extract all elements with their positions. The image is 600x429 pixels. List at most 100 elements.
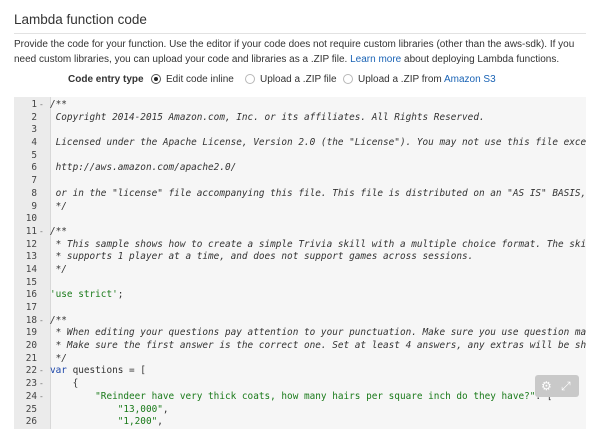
code-line[interactable]: 17 xyxy=(14,302,586,315)
code-line[interactable]: 8 or in the "license" file accompanying … xyxy=(14,188,586,201)
line-number: 12 xyxy=(25,238,37,250)
line-number: 17 xyxy=(25,302,37,313)
line-number: 13 xyxy=(25,251,37,263)
code-line[interactable]: 23- { xyxy=(14,378,586,391)
code-token: "Reindeer have very thick coats, how man… xyxy=(95,390,536,402)
line-number: 15 xyxy=(25,276,37,288)
line-code: { xyxy=(50,378,79,391)
code-token: */ xyxy=(50,200,67,212)
code-line[interactable]: 19 * When editing your questions pay att… xyxy=(14,327,586,340)
line-code: "13,000", xyxy=(50,404,169,417)
fold-toggle-icon[interactable]: - xyxy=(39,365,47,378)
radio-upload-zip-label[interactable]: Upload a .ZIP file xyxy=(260,74,337,85)
radio-upload-zip[interactable] xyxy=(245,74,255,84)
amazon-s3-link[interactable]: Amazon S3 xyxy=(444,74,496,85)
line-number: 18 xyxy=(25,314,37,326)
line-number: 24 xyxy=(25,390,37,402)
line-number: 19 xyxy=(25,327,37,339)
code-token: * When editing your questions pay attent… xyxy=(50,327,586,339)
fold-toggle-icon[interactable]: - xyxy=(39,391,47,404)
fold-toggle-icon[interactable]: - xyxy=(39,315,47,328)
fold-toggle-icon[interactable]: - xyxy=(39,378,47,391)
line-number: 7 xyxy=(31,175,37,187)
radio-upload-s3-label[interactable]: Upload a .ZIP from Amazon S3 xyxy=(358,74,496,85)
code-line[interactable]: 1-/** xyxy=(14,99,586,112)
line-code: http://aws.amazon.com/apache2.0/ xyxy=(50,162,237,175)
code-line[interactable]: 25 "13,000", xyxy=(14,404,586,417)
line-code: /** xyxy=(50,99,67,112)
line-number: 4 xyxy=(31,137,37,149)
line-code: 'use strict'; xyxy=(50,289,123,302)
section-title: Lambda function code xyxy=(14,12,147,27)
code-line[interactable]: 12 * This sample shows how to create a s… xyxy=(14,239,586,252)
code-token: Licensed under the Apache License, Versi… xyxy=(50,137,586,149)
fullscreen-icon[interactable]: ⤢ xyxy=(561,378,571,394)
editor-lines: 1-/** 2 Copyright 2014-2015 Amazon.com, I… xyxy=(14,99,586,429)
code-line[interactable]: 6 http://aws.amazon.com/apache2.0/ xyxy=(14,162,586,175)
line-number: 1 xyxy=(31,99,37,110)
line-code: * supports 1 player at a time, and does … xyxy=(50,251,474,264)
code-editor[interactable]: 1-/** 2 Copyright 2014-2015 Amazon.com, I… xyxy=(14,97,586,429)
line-number: 26 xyxy=(25,416,37,428)
gear-icon[interactable]: ⚙ xyxy=(541,378,552,394)
code-line[interactable]: 18-/** xyxy=(14,315,586,328)
code-token: * supports 1 player at a time, and does … xyxy=(50,251,474,263)
radio-edit-inline[interactable] xyxy=(151,74,161,84)
line-number: 20 xyxy=(25,340,37,352)
code-token: "1,200" xyxy=(117,416,158,428)
code-line[interactable]: 15 xyxy=(14,277,586,290)
code-line[interactable]: 14 */ xyxy=(14,264,586,277)
line-number: 11 xyxy=(25,225,37,237)
line-number: 9 xyxy=(31,200,37,212)
line-number: 14 xyxy=(25,263,37,275)
code-line[interactable]: 11-/** xyxy=(14,226,586,239)
code-line[interactable]: 22- var questions = [ xyxy=(14,365,586,378)
code-line[interactable]: 9 */ xyxy=(14,201,586,214)
code-line[interactable]: 13 * supports 1 player at a time, and do… xyxy=(14,251,586,264)
line-code: var questions = [ xyxy=(50,365,146,378)
code-token: /** xyxy=(50,99,67,110)
line-code: Licensed under the Apache License, Versi… xyxy=(50,137,586,150)
line-number: 16 xyxy=(25,289,37,301)
fold-toggle-icon[interactable]: - xyxy=(39,226,47,239)
code-line[interactable]: 24- "Reindeer have very thick coats, how… xyxy=(14,391,586,404)
code-token: * This sample shows how to create a simp… xyxy=(50,238,586,250)
radio-edit-inline-label[interactable]: Edit code inline xyxy=(166,74,234,85)
line-code: Copyright 2014-2015 Amazon.com, Inc. or … xyxy=(50,112,485,125)
code-line[interactable]: 16 'use strict'; xyxy=(14,289,586,302)
line-number: 10 xyxy=(25,213,37,225)
code-token: "13,000" xyxy=(117,403,163,415)
code-token: /** xyxy=(50,225,67,237)
code-token: or in the "license" file accompanying th… xyxy=(50,187,586,199)
learn-more-link[interactable]: Learn more xyxy=(350,54,401,65)
code-line[interactable]: 7 xyxy=(14,175,586,188)
radio-upload-s3[interactable] xyxy=(343,74,353,84)
line-code: or in the "license" file accompanying th… xyxy=(50,188,586,201)
description-text-end: about deploying Lambda functions. xyxy=(401,54,560,65)
code-token: Copyright 2014-2015 Amazon.com, Inc. or … xyxy=(50,111,485,123)
line-code: */ xyxy=(50,264,67,277)
radio-upload-s3-text: Upload a .ZIP from xyxy=(358,74,444,85)
code-line[interactable]: 26 "1,200", xyxy=(14,416,586,429)
line-number: 2 xyxy=(31,111,37,123)
line-number: 25 xyxy=(25,403,37,415)
code-line[interactable]: 21 */ xyxy=(14,353,586,366)
line-number: 23 xyxy=(25,378,37,390)
code-line[interactable]: 4 Licensed under the Apache License, Ver… xyxy=(14,137,586,150)
fold-toggle-icon[interactable]: - xyxy=(39,99,47,112)
line-code: * This sample shows how to create a simp… xyxy=(50,239,586,252)
code-line[interactable]: 10 xyxy=(14,213,586,226)
line-number: 5 xyxy=(31,149,37,161)
code-token: * Make sure the first answer is the corr… xyxy=(50,340,586,352)
line-number: 6 xyxy=(31,162,37,174)
code-line[interactable]: 3 xyxy=(14,124,586,137)
code-line[interactable]: 20 * Make sure the first answer is the c… xyxy=(14,340,586,353)
code-line[interactable]: 2 Copyright 2014-2015 Amazon.com, Inc. o… xyxy=(14,112,586,125)
line-code: "1,200", xyxy=(50,416,163,429)
code-token: 'use strict' xyxy=(50,289,118,301)
code-line[interactable]: 5 xyxy=(14,150,586,163)
code-token: questions = [ xyxy=(66,365,146,377)
code-entry-type-row: Code entry type Edit code inline Upload … xyxy=(0,73,600,89)
